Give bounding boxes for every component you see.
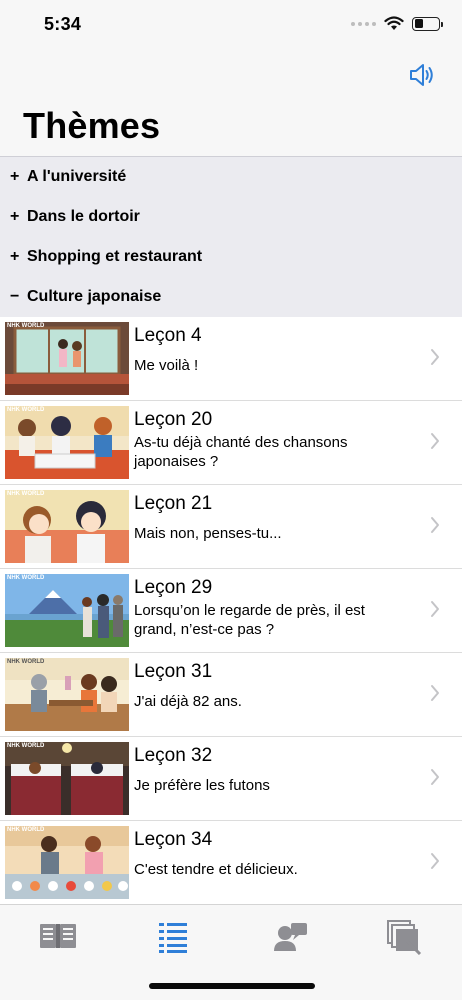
collapse-icon: − xyxy=(10,288,20,305)
cards-icon xyxy=(387,920,422,956)
tab-conversation[interactable] xyxy=(271,919,311,955)
lesson-subtitle: J'ai déjà 82 ans. xyxy=(134,693,242,710)
chevron-right-icon xyxy=(431,433,439,449)
lesson-row[interactable]: NHK WORLD Leçon 21 Mais non, penses-tu..… xyxy=(0,485,462,569)
tab-lessons[interactable] xyxy=(38,919,78,955)
book-icon xyxy=(40,924,76,948)
thumb-watermark: NHK WORLD xyxy=(7,743,45,749)
chevron-right-icon xyxy=(431,517,439,533)
lesson-thumbnail: NHK WORLD xyxy=(5,574,129,647)
lesson-title: Leçon 21 xyxy=(134,493,213,514)
lesson-thumbnail: NHK WORLD xyxy=(5,322,129,395)
themes-list[interactable]: + A l'université + Dans le dortoir + Sho… xyxy=(0,156,462,904)
lesson-title: Leçon 29 xyxy=(134,577,213,598)
section-header-universite[interactable]: + A l'université xyxy=(0,157,462,197)
speaker-icon xyxy=(410,64,433,86)
lesson-title: Leçon 31 xyxy=(134,661,213,682)
status-indicators xyxy=(351,16,443,31)
lesson-subtitle: Mais non, penses-tu... xyxy=(134,525,282,542)
battery-level xyxy=(414,19,423,28)
lesson-subtitle: C'est tendre et délicieux. xyxy=(134,861,298,878)
expand-icon: + xyxy=(10,168,20,185)
lesson-title: Leçon 20 xyxy=(134,409,213,430)
expand-icon: + xyxy=(10,208,20,225)
home-indicator xyxy=(149,983,315,989)
section-header-dortoir[interactable]: + Dans le dortoir xyxy=(0,197,462,237)
chevron-right-icon xyxy=(431,853,439,869)
lesson-row[interactable]: NHK WORLD Leçon 32 Je préfère les futons xyxy=(0,737,462,821)
tab-themes[interactable] xyxy=(153,919,193,955)
thumb-watermark: NHK WORLD xyxy=(7,407,45,413)
speaker-button[interactable] xyxy=(408,60,438,90)
thumb-watermark: NHK WORLD xyxy=(7,491,45,497)
lesson-row[interactable]: NHK WORLD Leçon 29 Lorsqu’on le regarde … xyxy=(0,569,462,653)
chevron-right-icon xyxy=(431,685,439,701)
lesson-thumbnail: NHK WORLD xyxy=(5,490,129,563)
lesson-subtitle: As-tu déjà chanté des chansons japonaise… xyxy=(134,434,348,470)
status-bar: 5:34 xyxy=(0,0,462,50)
section-header-shopping[interactable]: + Shopping et restaurant xyxy=(0,237,462,277)
lesson-subtitle: Lorsqu’on le regarde de près, il est gra… xyxy=(134,602,365,638)
expand-icon: + xyxy=(10,248,20,265)
status-time: 5:34 xyxy=(44,14,82,34)
lesson-row[interactable]: NHK WORLD Leçon 34 C'est tendre et délic… xyxy=(0,821,462,904)
section-header-culture[interactable]: − Culture japonaise xyxy=(0,277,462,317)
lesson-row[interactable]: NHK WORLD Leçon 4 Me voilà ! xyxy=(0,317,462,401)
tab-cards[interactable] xyxy=(385,919,425,956)
thumb-watermark: NHK WORLD xyxy=(7,575,45,581)
lesson-title: Leçon 32 xyxy=(134,745,213,766)
lesson-title: Leçon 34 xyxy=(134,829,213,850)
thumb-watermark: NHK WORLD xyxy=(7,827,45,833)
lesson-row[interactable]: NHK WORLD Leçon 31 J'ai déjà 82 ans. xyxy=(0,653,462,737)
lesson-thumbnail: NHK WORLD xyxy=(5,826,129,899)
section-label: Dans le dortoir xyxy=(27,208,140,225)
wifi-icon xyxy=(384,16,404,30)
section-label: Shopping et restaurant xyxy=(27,248,203,265)
cellular-signal-icon xyxy=(351,21,376,26)
thumb-watermark: NHK WORLD xyxy=(7,659,45,665)
chevron-right-icon xyxy=(431,349,439,365)
list-icon xyxy=(159,923,187,953)
lesson-subtitle: Je préfère les futons xyxy=(134,777,270,794)
lesson-title: Leçon 4 xyxy=(134,325,202,346)
lesson-thumbnail: NHK WORLD xyxy=(5,406,129,479)
chat-person-icon xyxy=(274,923,307,951)
section-label: A l'université xyxy=(27,168,127,185)
battery-icon xyxy=(412,16,443,31)
lesson-thumbnail: NHK WORLD xyxy=(5,658,129,731)
chevron-right-icon xyxy=(431,601,439,617)
page-title: Thèmes xyxy=(23,105,161,146)
chevron-right-icon xyxy=(431,769,439,785)
lesson-thumbnail: NHK WORLD xyxy=(5,742,129,815)
lesson-subtitle: Me voilà ! xyxy=(134,357,199,374)
navigation-bar: Thèmes xyxy=(0,50,462,156)
thumb-watermark: NHK WORLD xyxy=(7,323,45,329)
lesson-row[interactable]: NHK WORLD Leçon 20 As-tu déjà chanté des… xyxy=(0,401,462,485)
section-label: Culture japonaise xyxy=(27,288,162,305)
